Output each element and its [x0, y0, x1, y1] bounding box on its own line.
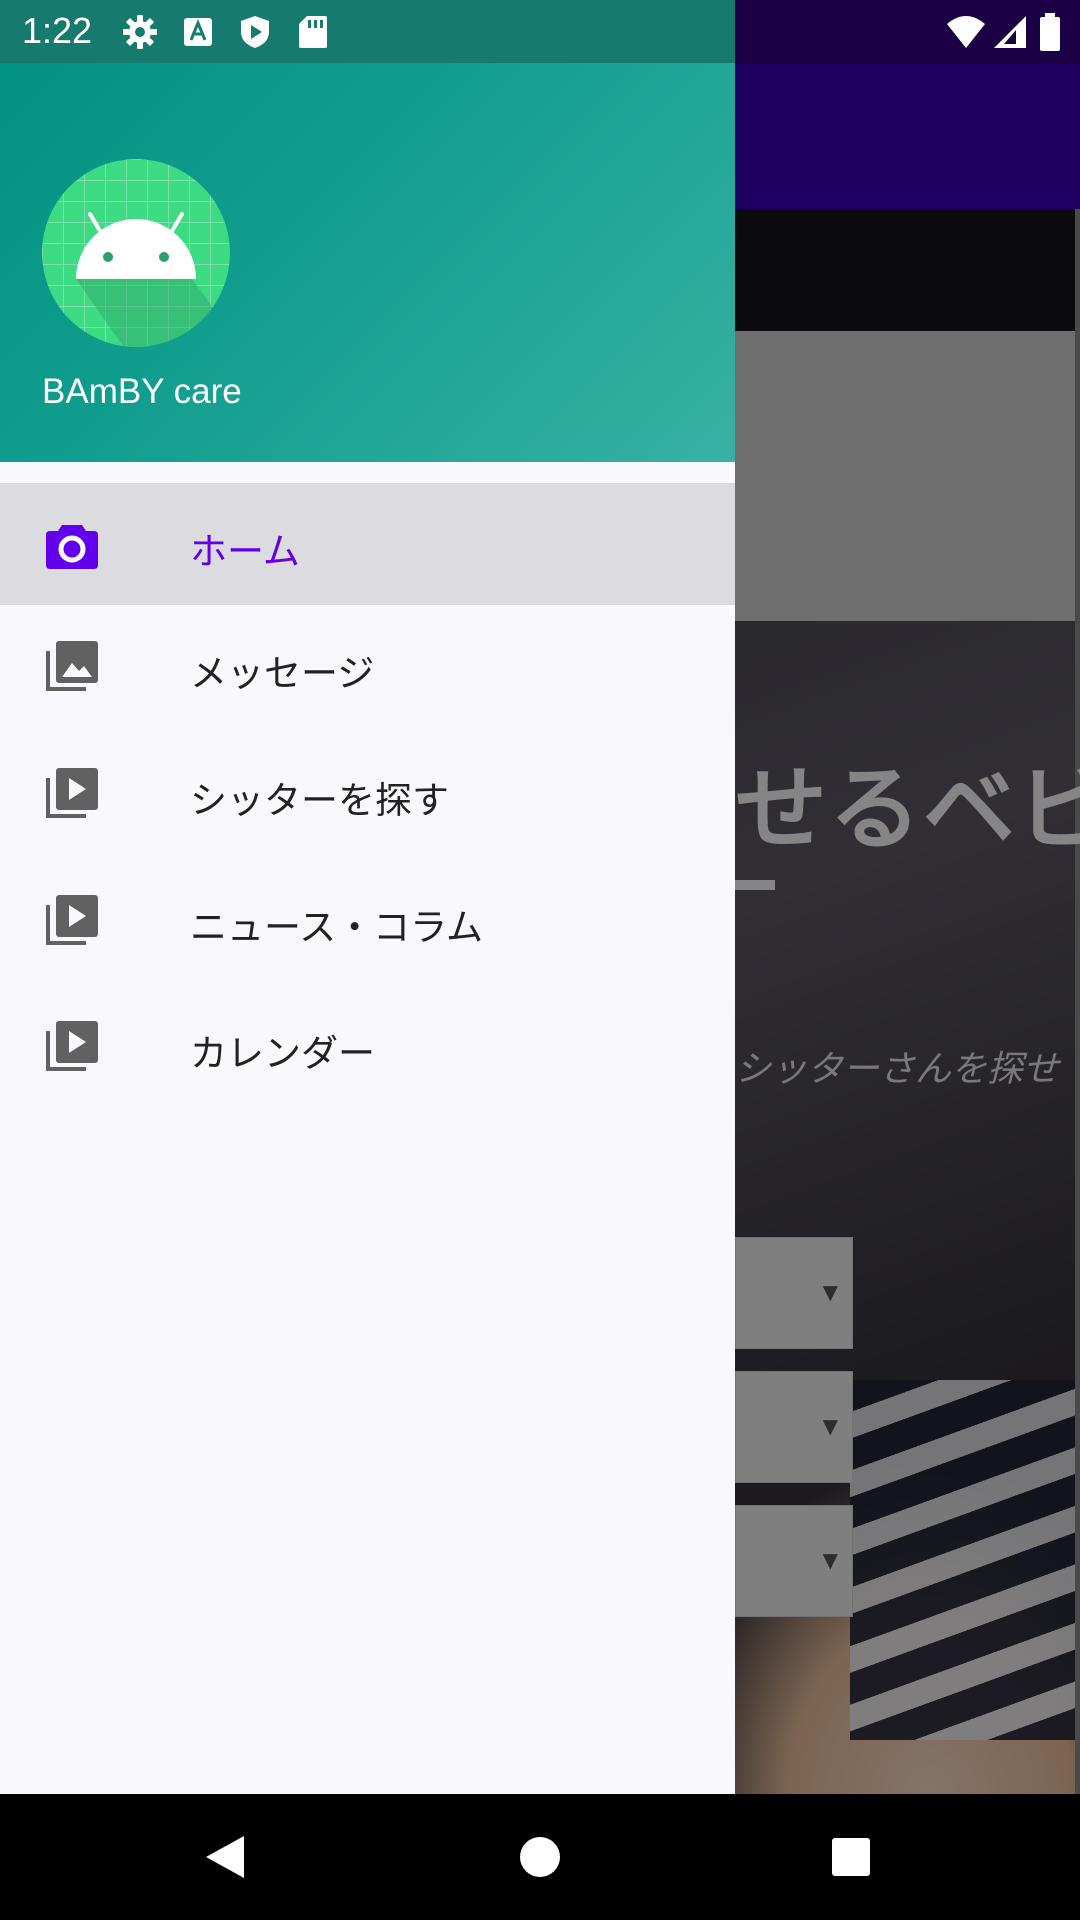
shield-play-icon	[237, 14, 273, 50]
nav-item-calendar[interactable]: カレンダー	[0, 985, 735, 1107]
video-library-icon	[44, 766, 100, 822]
camera-icon	[44, 517, 100, 573]
nav-item-label: シッターを探す	[190, 779, 449, 822]
nav-item-find-sitter[interactable]: シッターを探す	[0, 732, 735, 854]
navigation-drawer: BAmBY care ホーム メッセージ シッターを探す ニュース・コラム カレ…	[0, 0, 735, 1794]
nav-item-label: ニュース・コラム	[190, 906, 484, 949]
nav-item-home[interactable]: ホーム	[0, 483, 735, 605]
nav-item-news-column[interactable]: ニュース・コラム	[0, 859, 735, 981]
cell-signal-icon	[990, 12, 1030, 52]
nav-item-label: ホーム	[190, 530, 300, 573]
keyboard-a-icon	[180, 14, 216, 50]
sd-card-icon	[295, 14, 331, 50]
settings-icon	[122, 14, 158, 50]
nav-item-label: メッセージ	[190, 652, 375, 695]
gallery-icon	[44, 639, 100, 695]
battery-icon	[1038, 12, 1062, 52]
app-logo-avatar	[42, 159, 230, 347]
back-icon[interactable]	[162, 1794, 288, 1920]
drawer-header: BAmBY care	[0, 0, 735, 462]
video-library-icon	[44, 893, 100, 949]
status-bar: 1:22	[0, 0, 1080, 63]
app-name: BAmBY care	[42, 372, 242, 411]
status-time: 1:22	[22, 10, 93, 51]
nav-item-messages[interactable]: メッセージ	[0, 605, 735, 727]
recents-icon[interactable]	[788, 1794, 914, 1920]
nav-item-label: カレンダー	[190, 1032, 375, 1075]
home-icon[interactable]	[477, 1794, 603, 1920]
wifi-icon	[946, 12, 986, 52]
video-library-icon	[44, 1019, 100, 1075]
system-navigation-bar	[0, 1794, 1080, 1920]
